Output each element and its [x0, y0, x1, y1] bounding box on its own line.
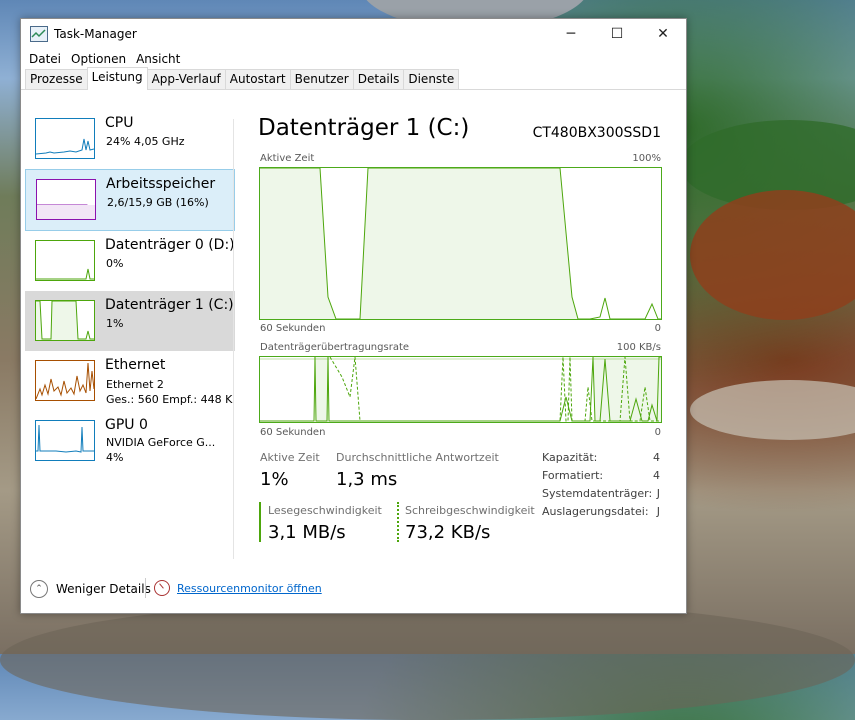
graph-active-time-label: Aktive Zeit	[260, 153, 315, 164]
stat-read-label: Lesegeschwindigkeit	[268, 504, 382, 517]
window-title: Task-Manager	[54, 27, 137, 41]
menu-optionen[interactable]: Optionen	[66, 52, 131, 66]
tab-app-verlauf[interactable]: App-Verlauf	[146, 69, 226, 89]
sidebar-item-label: Arbeitsspeicher	[106, 176, 216, 192]
close-button[interactable]: ✕	[640, 19, 686, 49]
graph-transfer-label: Datenträgerübertragungsrate	[260, 342, 410, 353]
sidebar-item-label: Datenträger 1 (C:)	[105, 297, 234, 313]
chevron-up-icon: ⌃	[30, 580, 48, 598]
footer-bar: ⌃ Weniger Details Ressourcenmonitor öffn…	[21, 565, 686, 613]
disk0-thumbnail-graph	[35, 240, 95, 281]
sidebar-item-ethernet[interactable]: Ethernet Ethernet 2 Ges.: 560 Empf.: 448…	[25, 351, 235, 411]
property-value: 4	[653, 469, 660, 482]
graph-transfer-max: 100 KB/s	[616, 342, 661, 353]
sidebar-item-value: 1%	[106, 317, 124, 330]
menu-ansicht[interactable]: Ansicht	[131, 52, 185, 66]
tab-prozesse[interactable]: Prozesse	[25, 69, 88, 89]
property-label: Auslagerungsdatei:	[542, 505, 649, 518]
stat-active-time-label: Aktive Zeit	[260, 451, 320, 464]
sidebar-item-gpu[interactable]: GPU 0 NVIDIA GeForce G... 4%	[25, 411, 235, 471]
tab-details[interactable]: Details	[352, 69, 405, 89]
resource-monitor-link-group[interactable]: Ressourcenmonitor öffnen	[154, 580, 322, 596]
sidebar-item-disk-0[interactable]: Datenträger 0 (D:) 0%	[25, 231, 235, 291]
sidebar-item-adapter: Ethernet 2	[106, 378, 164, 391]
transfer-rate-graph	[259, 356, 662, 423]
ethernet-thumbnail-graph	[35, 360, 95, 401]
disk-model: CT480BX300SSD1	[532, 125, 661, 141]
property-value: J	[656, 505, 660, 518]
divider	[233, 119, 234, 559]
stat-read-value: 3,1 MB/s	[268, 522, 346, 543]
cpu-thumbnail-graph	[35, 118, 95, 159]
page-title: Datenträger 1 (C:)	[258, 115, 470, 141]
sidebar-item-label: Datenträger 0 (D:)	[105, 237, 235, 253]
sidebar-item-value: 24% 4,05 GHz	[106, 135, 185, 148]
graph-active-time-max: 100%	[632, 153, 661, 164]
write-speed-marker	[397, 502, 399, 542]
tab-dienste[interactable]: Dienste	[403, 69, 460, 89]
menu-bar: Datei Optionen Ansicht	[21, 49, 686, 69]
property-label: Systemdatenträger:	[542, 487, 653, 500]
property-label: Formatiert:	[542, 469, 604, 482]
minimize-button[interactable]: ─	[548, 19, 594, 49]
read-speed-marker	[259, 502, 261, 542]
sidebar-item-throughput: Ges.: 560 Empf.: 448 KBit/s	[106, 393, 234, 406]
sidebar-item-memory[interactable]: Arbeitsspeicher 2,6/15,9 GB (16%)	[25, 169, 235, 231]
sidebar-item-disk-1[interactable]: Datenträger 1 (C:) 1%	[25, 291, 235, 351]
sidebar-item-value: 4%	[106, 451, 124, 464]
sidebar-item-label: CPU	[105, 115, 134, 131]
tab-bar: Prozesse Leistung App-Verlauf Autostart …	[21, 67, 686, 90]
tab-leistung[interactable]: Leistung	[86, 67, 148, 90]
less-details-label: Weniger Details	[56, 582, 151, 596]
memory-thumbnail-graph	[36, 179, 96, 220]
tab-benutzer[interactable]: Benutzer	[289, 69, 354, 89]
stat-response-label: Durchschnittliche Antwortzeit	[336, 451, 499, 464]
maximize-button[interactable]: ☐	[594, 19, 640, 49]
graph-active-time-time: 60 Sekunden	[260, 323, 326, 334]
active-time-graph	[259, 167, 662, 320]
stat-response-value: 1,3 ms	[336, 469, 398, 490]
gpu-thumbnail-graph	[35, 420, 95, 461]
stat-active-time-value: 1%	[260, 469, 289, 490]
less-details-button[interactable]: ⌃ Weniger Details	[30, 580, 151, 598]
resource-monitor-link[interactable]: Ressourcenmonitor öffnen	[177, 582, 322, 595]
stat-write-label: Schreibgeschwindigkeit	[405, 504, 535, 517]
property-value: J	[656, 487, 660, 500]
title-bar: Task-Manager ─ ☐ ✕	[21, 19, 686, 49]
sidebar-item-cpu[interactable]: CPU 24% 4,05 GHz	[25, 109, 235, 169]
stat-write-value: 73,2 KB/s	[405, 522, 491, 543]
graph-active-time-min: 0	[654, 323, 661, 334]
graph-transfer-time: 60 Sekunden	[260, 427, 326, 438]
task-manager-icon	[30, 26, 48, 42]
sidebar-item-value: 0%	[106, 257, 124, 270]
graph-transfer-min: 0	[654, 427, 661, 438]
task-manager-window: Task-Manager ─ ☐ ✕ Datei Optionen Ansich…	[20, 18, 687, 614]
disk1-thumbnail-graph	[35, 300, 95, 341]
resource-sidebar: CPU 24% 4,05 GHz Arbeitsspeicher 2,6/15,…	[25, 109, 235, 471]
sidebar-item-gpu-model: NVIDIA GeForce G...	[106, 436, 216, 449]
sidebar-item-value: 2,6/15,9 GB (16%)	[107, 196, 209, 209]
disk-properties: Kapazität: 4 Formatiert: 4 Systemdatentr…	[542, 451, 660, 523]
sidebar-item-label: GPU 0	[105, 417, 148, 433]
menu-datei[interactable]: Datei	[24, 52, 66, 66]
footer-divider	[145, 578, 146, 598]
performance-panel: CPU 24% 4,05 GHz Arbeitsspeicher 2,6/15,…	[21, 91, 686, 561]
resource-monitor-icon	[154, 580, 170, 596]
sidebar-item-label: Ethernet	[105, 357, 166, 373]
tab-autostart[interactable]: Autostart	[224, 69, 291, 89]
property-label: Kapazität:	[542, 451, 598, 464]
property-value: 4	[653, 451, 660, 464]
